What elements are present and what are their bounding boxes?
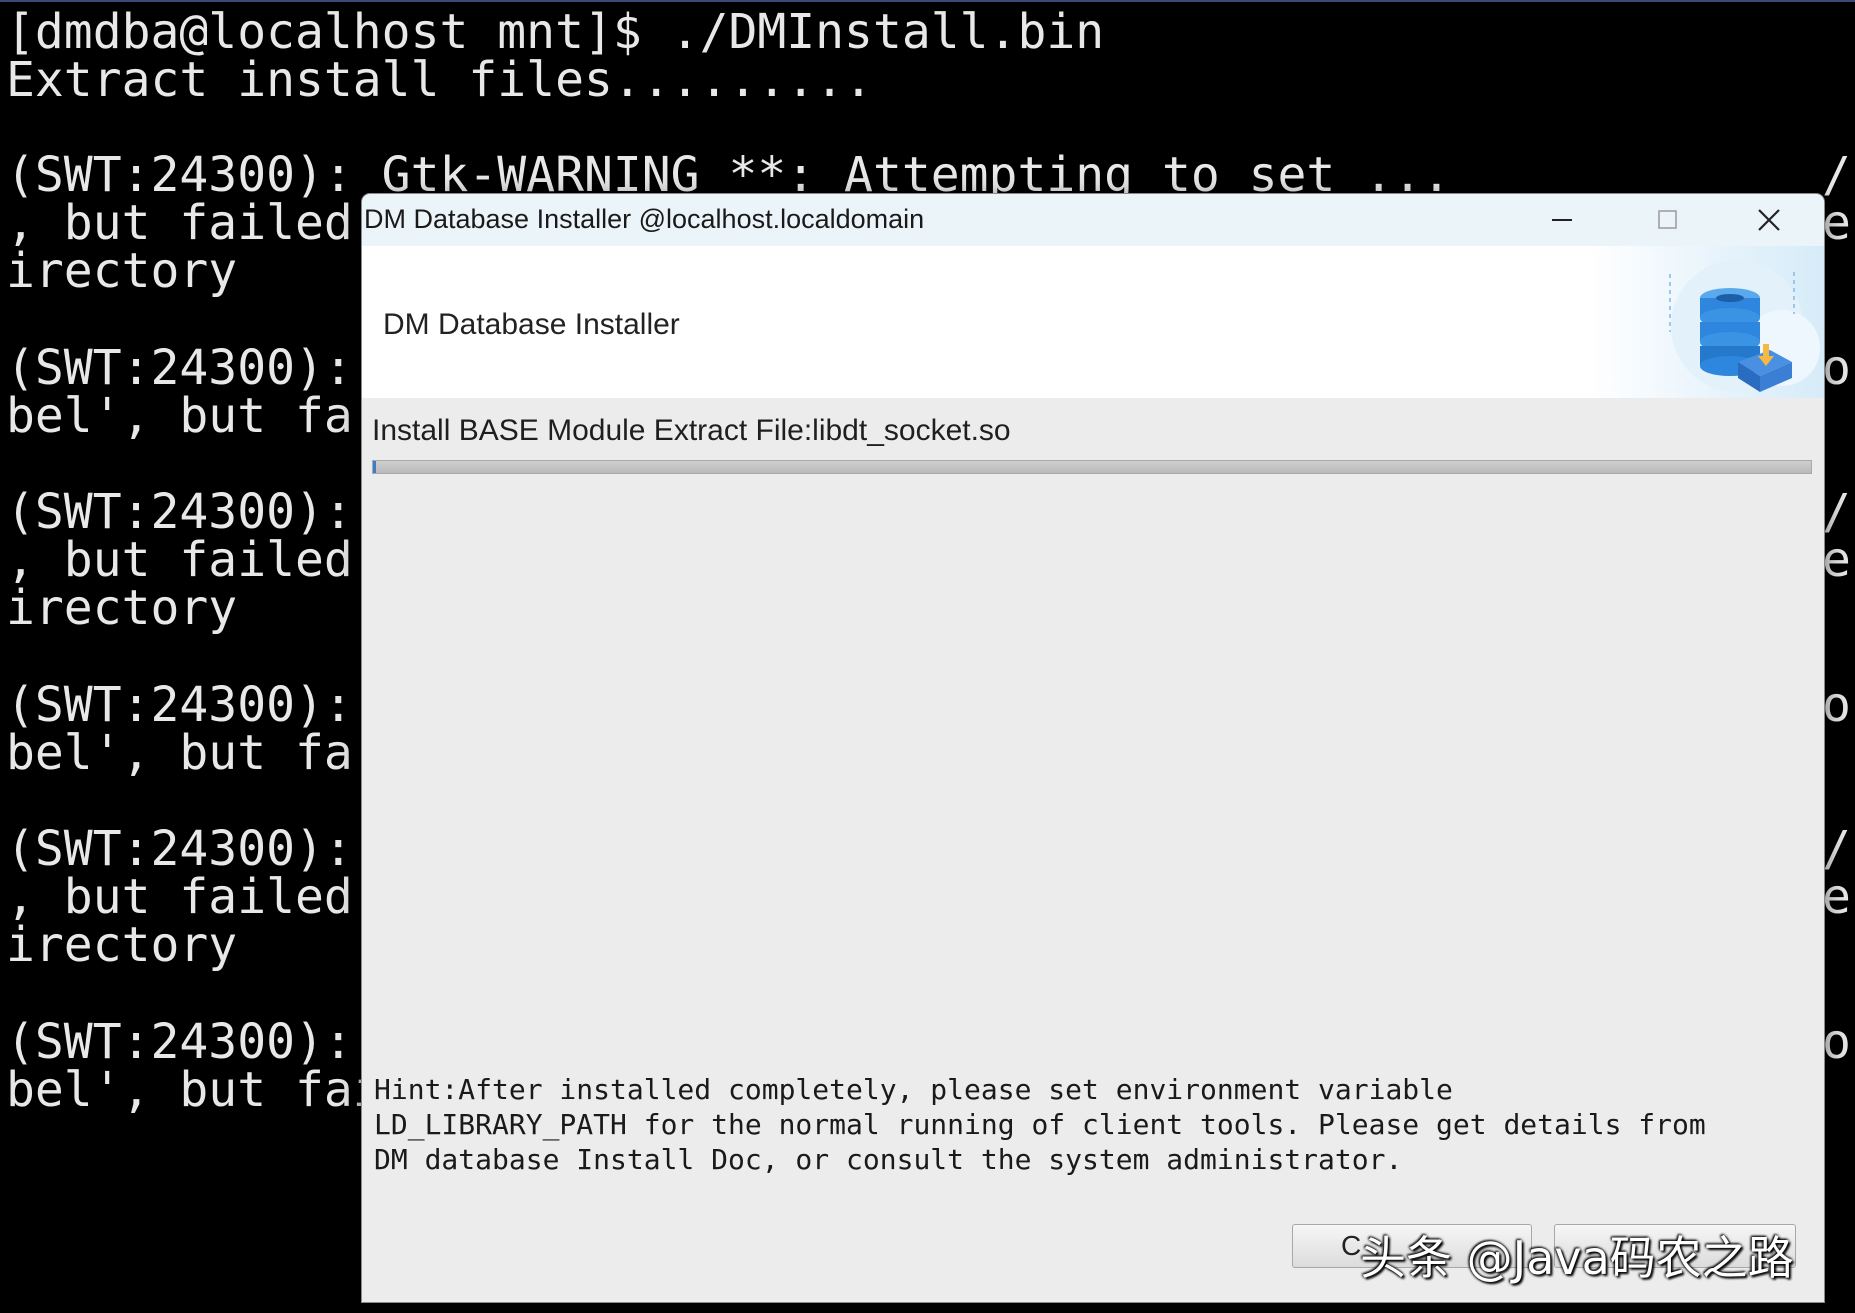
window-title: DM Database Installer @localhost.localdo… <box>364 204 925 234</box>
installer-banner: DM Database Installer <box>362 246 1824 398</box>
installer-window[interactable]: DM Database Installer @localhost.localdo… <box>362 194 1824 1302</box>
window-titlebar[interactable]: DM Database Installer @localhost.localdo… <box>362 194 1824 247</box>
install-hint-text: Hint:After installed completely, please … <box>374 1073 1706 1176</box>
maximize-button[interactable] <box>1616 194 1716 246</box>
database-install-icon <box>1669 260 1820 392</box>
terminal-edge-char: e <box>1822 532 1851 588</box>
terminal-edge-char: o <box>1822 340 1851 396</box>
watermark-text: 头条 @Java码农之路 <box>1360 1231 1794 1285</box>
terminal-edge-char: e <box>1822 195 1851 251</box>
banner-title: DM Database Installer <box>383 308 680 341</box>
install-progress-bar <box>372 460 1812 474</box>
terminal-line: irectory <box>6 580 238 636</box>
close-icon <box>1758 209 1780 231</box>
terminal-line: irectory <box>6 917 238 973</box>
install-status-text: Install BASE Module Extract File:libdt_s… <box>372 414 1011 447</box>
terminal-edge-char: o <box>1822 1014 1851 1070</box>
minimize-icon <box>1552 219 1572 221</box>
terminal-edge-char: e <box>1822 869 1851 925</box>
terminal-line: bel', but fa: <box>6 388 382 444</box>
terminal-line: bel', but fa: <box>6 725 382 781</box>
terminal-line: irectory <box>6 243 238 299</box>
minimize-button[interactable] <box>1512 194 1612 246</box>
terminal-line: Extract install files......... <box>6 52 873 108</box>
terminal-edge-char: o <box>1822 677 1851 733</box>
close-button[interactable] <box>1718 194 1818 246</box>
install-progress-fill <box>373 461 376 473</box>
maximize-icon <box>1658 210 1677 229</box>
